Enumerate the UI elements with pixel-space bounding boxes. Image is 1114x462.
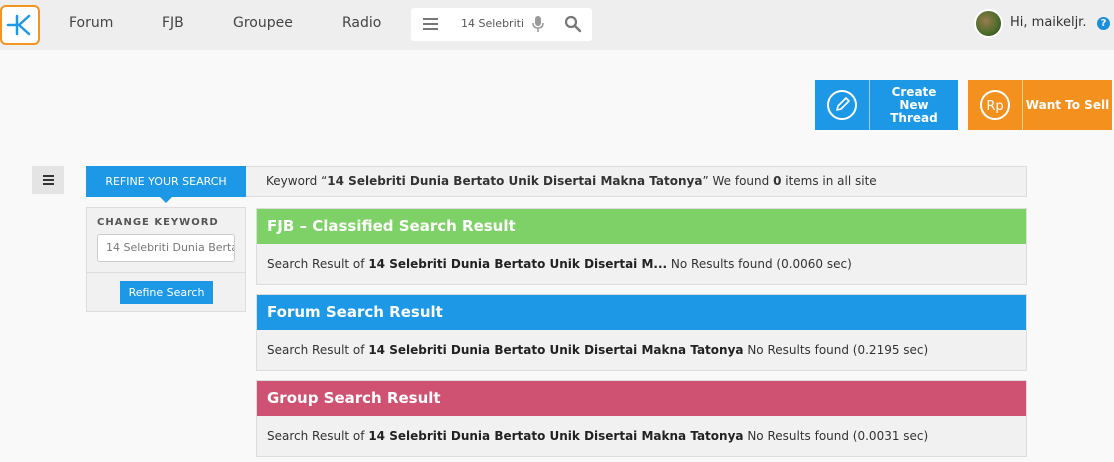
group-result-title[interactable]: Group Search Result	[257, 381, 1026, 416]
search-box: 14 Selebriti	[411, 8, 592, 41]
refine-search-button[interactable]: Refine Search	[120, 281, 213, 304]
forum-result-title[interactable]: Forum Search Result	[257, 295, 1026, 330]
result-status: No Results found (0.2195 sec)	[743, 343, 929, 357]
kaskus-logo[interactable]	[0, 5, 40, 45]
keyword-suffix: ” We found	[702, 174, 774, 188]
group-result-body: Search Result of 14 Selebriti Dunia Bert…	[257, 416, 1026, 456]
nav-radio[interactable]: Radio	[342, 15, 381, 31]
keyword-input[interactable]: 14 Selebriti Dunia Bertato Unik Disertai…	[97, 234, 235, 262]
create-thread-label: Create New Thread	[890, 84, 938, 125]
help-icon[interactable]: ?	[1097, 17, 1110, 30]
forum-result-section: Forum Search Result Search Result of 14 …	[256, 294, 1027, 371]
fjb-result-body: Search Result of 14 Selebriti Dunia Bert…	[257, 244, 1026, 284]
result-status: No Results found (0.0031 sec)	[743, 429, 929, 443]
keyword-summary: Keyword “14 Selebriti Dunia Bertato Unik…	[246, 166, 1027, 197]
group-result-section: Group Search Result Search Result of 14 …	[256, 380, 1027, 457]
result-keyword: 14 Selebriti Dunia Bertato Unik Disertai…	[368, 429, 744, 443]
count-suffix: items in all site	[781, 174, 877, 188]
change-keyword-label: CHANGE KEYWORD	[97, 217, 219, 228]
svg-text:Rp: Rp	[986, 99, 1003, 114]
pencil-icon	[827, 90, 857, 120]
refine-search-tab[interactable]: REFINE YOUR SEARCH	[86, 166, 246, 203]
keyword-prefix: Keyword “	[266, 174, 328, 188]
result-keyword: 14 Selebriti Dunia Bertato Unik Disertai…	[368, 343, 744, 357]
nav-fjb[interactable]: FJB	[162, 15, 184, 31]
result-prefix: Search Result of	[267, 257, 369, 271]
search-icon[interactable]	[564, 15, 582, 33]
want-to-sell-label: Want To Sell	[1025, 97, 1110, 112]
refine-tab-label: REFINE YOUR SEARCH	[105, 175, 227, 188]
nav-groupee[interactable]: Groupee	[233, 15, 293, 31]
top-navbar: Forum FJB Groupee Radio 14 Selebriti Hi,…	[0, 0, 1114, 50]
result-prefix: Search Result of	[267, 343, 369, 357]
create-thread-button[interactable]: Create New Thread	[815, 80, 958, 130]
user-greeting[interactable]: Hi, maikeljr.	[1010, 15, 1086, 30]
sidebar-menu-toggle[interactable]	[32, 166, 64, 194]
fjb-result-title[interactable]: FJB – Classified Search Result	[257, 209, 1026, 244]
logo-k-icon	[6, 14, 31, 36]
keyword-value: 14 Selebriti Dunia Bertato Unik Disertai…	[327, 174, 703, 188]
search-input[interactable]: 14 Selebriti	[461, 17, 523, 30]
forum-result-body: Search Result of 14 Selebriti Dunia Bert…	[257, 330, 1026, 370]
hamburger-icon	[42, 173, 54, 187]
result-keyword: 14 Selebriti Dunia Bertato Unik Disertai…	[368, 257, 668, 271]
result-prefix: Search Result of	[267, 429, 369, 443]
microphone-icon[interactable]	[532, 15, 544, 33]
search-menu-icon[interactable]	[423, 18, 438, 30]
rupiah-icon: Rp	[980, 90, 1010, 120]
nav-forum[interactable]: Forum	[69, 15, 113, 31]
fjb-result-section: FJB – Classified Search Result Search Re…	[256, 208, 1027, 285]
refine-sidebar: CHANGE KEYWORD 14 Selebriti Dunia Bertat…	[86, 207, 246, 312]
divider	[87, 272, 245, 273]
want-to-sell-button[interactable]: Rp Want To Sell	[968, 80, 1112, 130]
result-status: No Results found (0.0060 sec)	[667, 257, 852, 271]
avatar[interactable]	[974, 9, 1003, 38]
